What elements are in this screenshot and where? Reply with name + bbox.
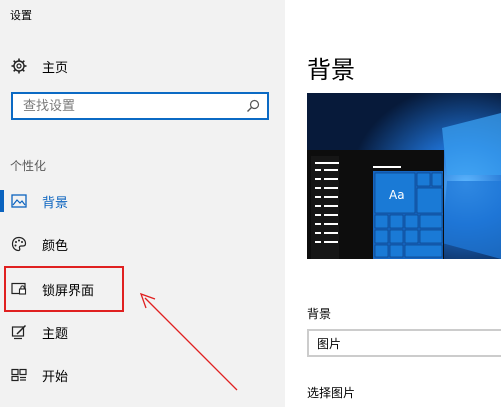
home-label: 主页 <box>42 60 69 76</box>
section-title-personalization: 个性化 <box>10 159 47 173</box>
theme-brush-icon <box>10 323 28 341</box>
sidebar-item-label: 颜色 <box>42 238 69 254</box>
dropdown-selected-value: 图片 <box>317 336 342 351</box>
search-icon[interactable] <box>245 98 261 114</box>
picture-icon <box>10 192 28 210</box>
background-preview: Aa <box>307 93 501 259</box>
search-input[interactable] <box>13 94 245 118</box>
sidebar-item-colors[interactable]: 颜色 <box>10 233 270 255</box>
sidebar-item-background[interactable]: 背景 <box>10 190 270 212</box>
sidebar: 设置 主页 个性化 <box>0 0 285 407</box>
lock-screen-highlight-box <box>4 266 124 312</box>
background-type-dropdown[interactable]: 图片 <box>307 329 501 357</box>
search-box[interactable] <box>11 92 269 120</box>
page-title: 背景 <box>307 56 355 84</box>
sidebar-item-label: 开始 <box>42 369 69 385</box>
gear-icon <box>10 57 28 75</box>
sidebar-item-label: 背景 <box>42 195 69 211</box>
background-setting-label: 背景 <box>307 307 332 321</box>
active-nav-indicator <box>0 190 4 212</box>
preview-tile-label: Aa <box>389 188 405 202</box>
home-nav-item[interactable]: 主页 <box>10 56 68 76</box>
sidebar-item-start[interactable]: 开始 <box>10 364 270 386</box>
palette-icon <box>10 235 28 253</box>
start-menu-icon <box>10 366 28 384</box>
sidebar-item-themes[interactable]: 主题 <box>10 321 270 343</box>
sidebar-item-label: 主题 <box>42 326 69 342</box>
choose-picture-label: 选择图片 <box>307 386 356 400</box>
window-title: 设置 <box>10 9 32 22</box>
